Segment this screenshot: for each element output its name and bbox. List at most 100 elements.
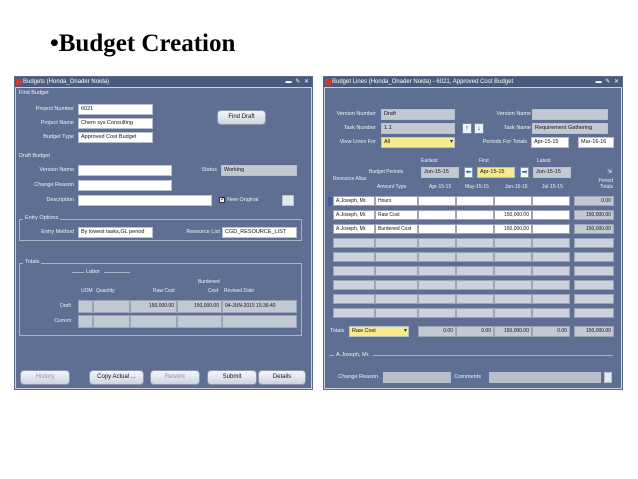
details-button[interactable]: Details	[258, 370, 306, 385]
budget-type-field[interactable]: Approved Cost Budget	[78, 132, 153, 143]
window-controls[interactable]: ▬ ✎ ✕	[286, 77, 310, 87]
change-reason-field-right[interactable]	[383, 372, 451, 383]
task-up-arrow-icon[interactable]: ↑	[462, 123, 472, 134]
row3-jul[interactable]	[532, 224, 570, 234]
periods-to-field[interactable]: Mar-16-16	[578, 137, 614, 148]
row3-amount-type[interactable]: Burdened Cost	[375, 224, 418, 234]
budgets-body: Find Budget Project Number 6021 Project …	[16, 88, 311, 388]
row3-may[interactable]	[456, 224, 494, 234]
empty-grid-cell[interactable]	[494, 252, 532, 262]
history-button[interactable]: History	[20, 370, 70, 385]
empty-grid-cell[interactable]	[333, 294, 375, 304]
new-original-checkbox[interactable]: ✓	[219, 197, 225, 203]
row1-jun[interactable]	[494, 196, 532, 206]
row2-resource[interactable]: A.Joseph, Mr.	[333, 210, 375, 220]
row1-jul[interactable]	[532, 196, 570, 206]
empty-grid-cell[interactable]	[456, 266, 494, 276]
empty-grid-cell[interactable]	[333, 252, 375, 262]
row2-jul[interactable]	[532, 210, 570, 220]
resource-list-field[interactable]: CGD_RESOURCE_LIST	[222, 227, 297, 238]
version-name-field[interactable]	[78, 165, 172, 176]
oracle-form-icon	[16, 79, 22, 85]
project-number-field[interactable]: 6021	[78, 104, 153, 115]
empty-grid-cell[interactable]	[532, 280, 570, 290]
task-down-arrow-icon[interactable]: ↓	[474, 123, 484, 134]
row2-apr[interactable]	[418, 210, 456, 220]
empty-grid-cell[interactable]	[532, 294, 570, 304]
row1-apr[interactable]	[418, 196, 456, 206]
row1-resource[interactable]: A.Joseph, Mr.	[333, 196, 375, 206]
empty-grid-cell[interactable]	[456, 252, 494, 262]
description-flex-button[interactable]	[282, 195, 294, 206]
empty-grid-cell[interactable]	[375, 280, 418, 290]
project-name-field[interactable]: Chem sys Consulting	[78, 118, 153, 129]
empty-grid-cell[interactable]	[333, 238, 375, 248]
empty-grid-cell[interactable]	[375, 308, 418, 318]
entry-method-field[interactable]: By lowest tasks,GL period	[78, 227, 153, 238]
submit-button[interactable]: Submit	[207, 370, 257, 385]
empty-grid-cell[interactable]	[494, 266, 532, 276]
empty-grid-cell[interactable]	[532, 266, 570, 276]
row3-jun[interactable]: 150,000.00	[494, 224, 532, 234]
empty-grid-cell[interactable]	[333, 266, 375, 276]
first-period-field[interactable]: Apr-15-15	[477, 167, 515, 178]
empty-grid-cell[interactable]	[418, 238, 456, 248]
empty-grid-cell[interactable]	[456, 238, 494, 248]
labor-label: Labor	[84, 269, 103, 275]
empty-grid-cell[interactable]	[418, 266, 456, 276]
empty-grid-cell[interactable]	[418, 294, 456, 304]
row2-jun[interactable]: 150,000.00	[494, 210, 532, 220]
empty-grid-cell[interactable]	[333, 308, 375, 318]
row1-amount-type[interactable]: Hours	[375, 196, 418, 206]
comments-flex-button[interactable]	[604, 372, 612, 383]
empty-grid-cell[interactable]	[494, 308, 532, 318]
current-row-indicator	[328, 197, 332, 206]
empty-grid-cell[interactable]	[574, 238, 614, 248]
row3-total: 150,000.00	[574, 224, 614, 234]
window-controls[interactable]: ▬ ✎ ✕	[596, 77, 620, 87]
row2-may[interactable]	[456, 210, 494, 220]
empty-grid-cell[interactable]	[456, 280, 494, 290]
project-number-label: Project Number	[35, 106, 74, 112]
copy-actual-button[interactable]: Copy Actual ...	[89, 370, 144, 385]
empty-grid-cell[interactable]	[456, 308, 494, 318]
empty-grid-cell[interactable]	[532, 252, 570, 262]
find-draft-button[interactable]: Find Draft	[217, 110, 266, 125]
empty-grid-cell[interactable]	[532, 238, 570, 248]
empty-grid-cell[interactable]	[574, 308, 614, 318]
change-reason-field[interactable]	[78, 180, 172, 191]
empty-grid-cell[interactable]	[418, 308, 456, 318]
empty-grid-cell[interactable]	[532, 308, 570, 318]
empty-grid-cell[interactable]	[494, 280, 532, 290]
row1-may[interactable]	[456, 196, 494, 206]
empty-grid-cell[interactable]	[574, 266, 614, 276]
row2-amount-type[interactable]: Raw Cost	[375, 210, 418, 220]
empty-grid-cell[interactable]	[494, 238, 532, 248]
period-menu-icon[interactable]: ⇲	[607, 168, 612, 175]
period-totals-label: Period Totals	[598, 178, 613, 190]
periods-from-field[interactable]: Apr-15-15	[531, 137, 569, 148]
empty-grid-cell[interactable]	[375, 238, 418, 248]
prev-period-arrow-icon[interactable]: ⬅	[464, 167, 473, 178]
empty-grid-cell[interactable]	[574, 294, 614, 304]
periods-for-totals-label: Periods For Totals	[482, 139, 527, 145]
next-period-arrow-icon[interactable]: ➡	[520, 167, 529, 178]
totals-type-select[interactable]: Raw Cost	[349, 326, 409, 337]
view-lines-for-select[interactable]: All	[381, 137, 455, 148]
empty-grid-cell[interactable]	[418, 252, 456, 262]
rework-button[interactable]: Rework	[150, 370, 200, 385]
empty-grid-cell[interactable]	[375, 294, 418, 304]
empty-grid-cell[interactable]	[418, 280, 456, 290]
comments-field[interactable]	[489, 372, 601, 383]
budgets-window-title: Budgets (Honda_Onader Noida)	[23, 79, 110, 85]
row3-apr[interactable]	[418, 224, 456, 234]
description-field[interactable]	[78, 195, 212, 206]
empty-grid-cell[interactable]	[333, 280, 375, 290]
empty-grid-cell[interactable]	[456, 294, 494, 304]
empty-grid-cell[interactable]	[494, 294, 532, 304]
empty-grid-cell[interactable]	[574, 252, 614, 262]
empty-grid-cell[interactable]	[574, 280, 614, 290]
empty-grid-cell[interactable]	[375, 252, 418, 262]
empty-grid-cell[interactable]	[375, 266, 418, 276]
row3-resource[interactable]: A.Joseph, Mr.	[333, 224, 375, 234]
